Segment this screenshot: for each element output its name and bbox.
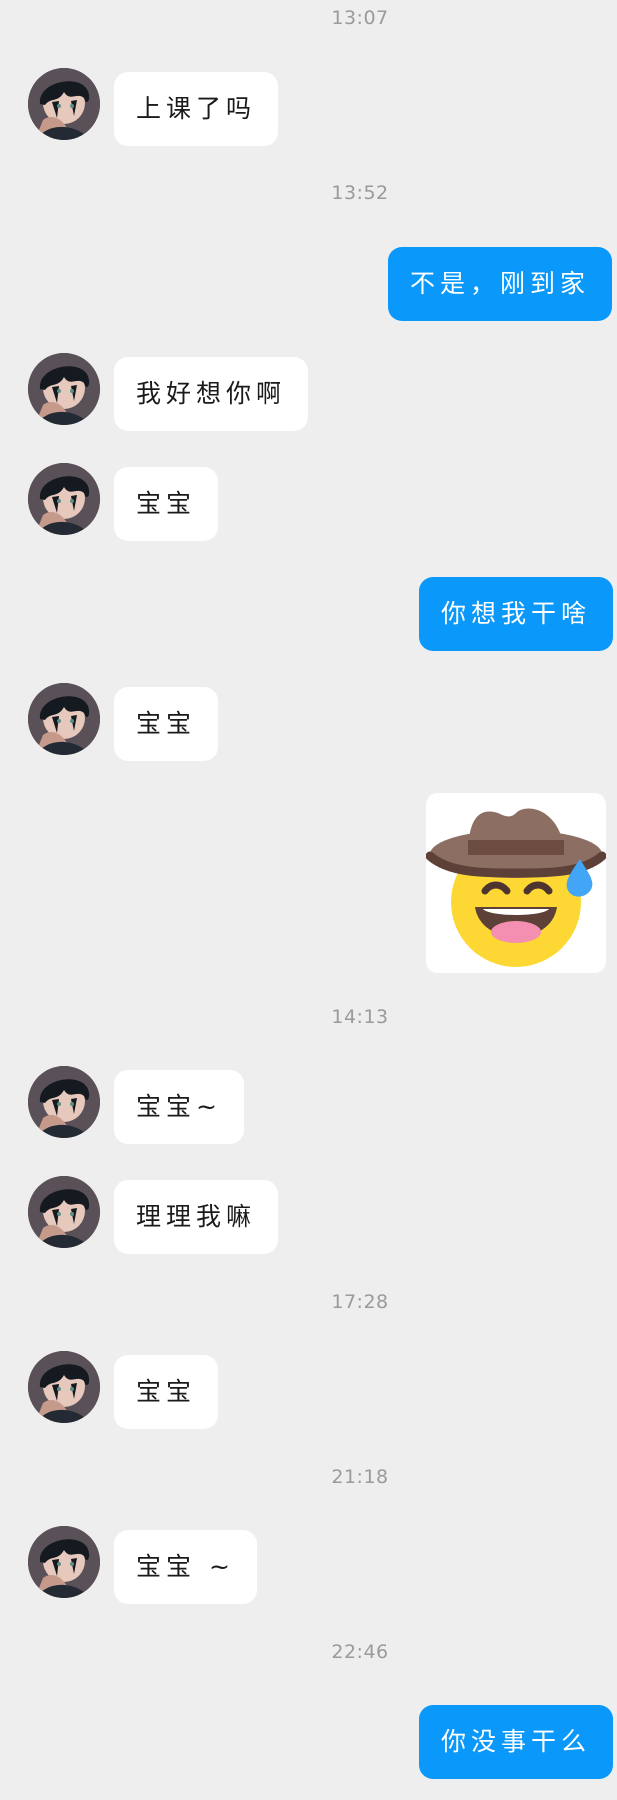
message-bubble-incoming[interactable]: 宝宝 [114,467,219,541]
message-bubble-incoming[interactable]: 宝宝 [114,687,219,761]
timestamp: 13:52 [331,182,389,204]
contact-avatar[interactable] [28,1351,100,1423]
avatar-image [28,1066,100,1138]
timestamp: 13:07 [331,7,389,29]
avatar-image [28,683,100,755]
contact-avatar[interactable] [28,353,100,425]
message-bubble-outgoing[interactable]: 你想我干啥 [419,577,614,651]
contact-avatar[interactable] [28,1526,100,1598]
contact-avatar[interactable] [28,1176,100,1248]
avatar-image [28,1351,100,1423]
avatar-image [28,353,100,425]
avatar-image [28,1176,100,1248]
timestamp: 14:13 [331,1006,389,1028]
avatar-image [28,68,100,140]
contact-avatar[interactable] [28,463,100,535]
message-bubble-incoming[interactable]: 宝宝 [114,1355,219,1429]
contact-avatar[interactable] [28,68,100,140]
avatar-image [28,1526,100,1598]
timestamp: 22:46 [331,1641,389,1663]
message-bubble-incoming[interactable]: 上课了吗 [114,72,279,146]
chat-container[interactable]: 13:07 上课了吗 13:52 不是，刚到家 我好想你啊 宝宝 你想我干啥 宝… [0,0,617,1800]
timestamp: 21:18 [331,1466,389,1488]
contact-avatar[interactable] [28,1066,100,1138]
contact-avatar[interactable] [28,683,100,755]
message-bubble-incoming[interactable]: 理理我嘛 [114,1180,279,1254]
message-bubble-incoming[interactable]: 我好想你啊 [114,357,309,431]
avatar-image [28,463,100,535]
message-bubble-outgoing[interactable]: 不是，刚到家 [388,247,613,321]
timestamp: 17:28 [331,1291,389,1313]
message-bubble-incoming[interactable]: 宝宝 ~ [114,1530,257,1604]
cowboy-sweat-smile-icon [426,793,606,973]
message-bubble-incoming[interactable]: 宝宝~ [114,1070,244,1144]
sticker-message[interactable] [426,793,606,973]
message-bubble-outgoing[interactable]: 你没事干么 [419,1705,614,1779]
